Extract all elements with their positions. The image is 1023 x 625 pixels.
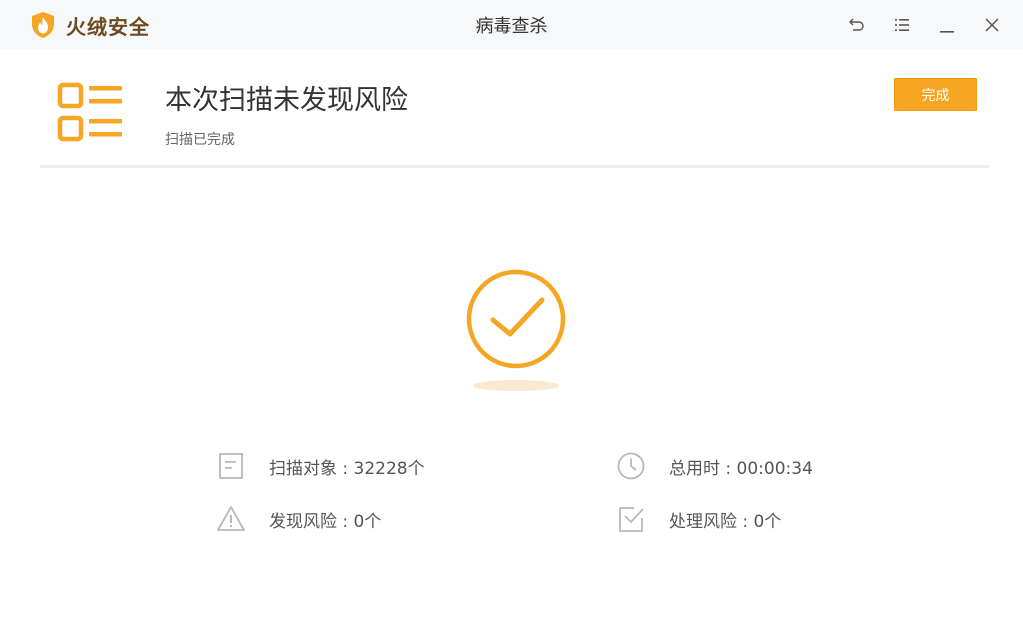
checkbox-icon [619,507,644,532]
clock-icon [617,452,645,480]
close-button[interactable] [980,13,1004,37]
stat-scanned: 扫描对象 : 32228个 [216,452,425,480]
stat-handled-text: 处理风险 : 0个 [669,511,782,532]
minimize-button[interactable] [935,13,959,37]
back-arrow-icon [849,18,864,31]
title-bar: 火绒安全 病毒查杀 [0,0,1023,50]
menu-button[interactable] [890,13,914,37]
minimize-icon [940,31,954,33]
menu-list-icon [895,19,909,31]
document-icon [219,453,243,479]
report-list-icon [57,82,122,142]
stat-scanned-text: 扫描对象 : 32228个 [269,458,425,479]
result-title: 本次扫描未发现风险 [165,85,408,116]
stat-duration-text: 总用时 : 00:00:34 [669,458,813,479]
close-icon [985,18,999,32]
done-button[interactable]: 完成 [894,78,977,111]
check-shadow [473,380,559,391]
stat-duration: 总用时 : 00:00:34 [616,452,813,480]
result-subtitle: 扫描已完成 [165,132,235,148]
header-divider [40,165,989,168]
virus-scan-window: 火绒安全 病毒查杀 本次扫描未发现风险 扫描已完成 完成 扫描对象: 3222… [0,0,1023,625]
warning-icon [217,506,245,531]
stat-found: 发现风险 : 0个 [216,505,381,533]
stat-handled: 处理风险 : 0个 [616,505,781,533]
window-title: 病毒查杀 [475,16,548,37]
check-circle-icon [466,269,566,369]
back-button[interactable] [845,13,869,37]
stat-found-text: 发现风险 : 0个 [269,511,382,532]
